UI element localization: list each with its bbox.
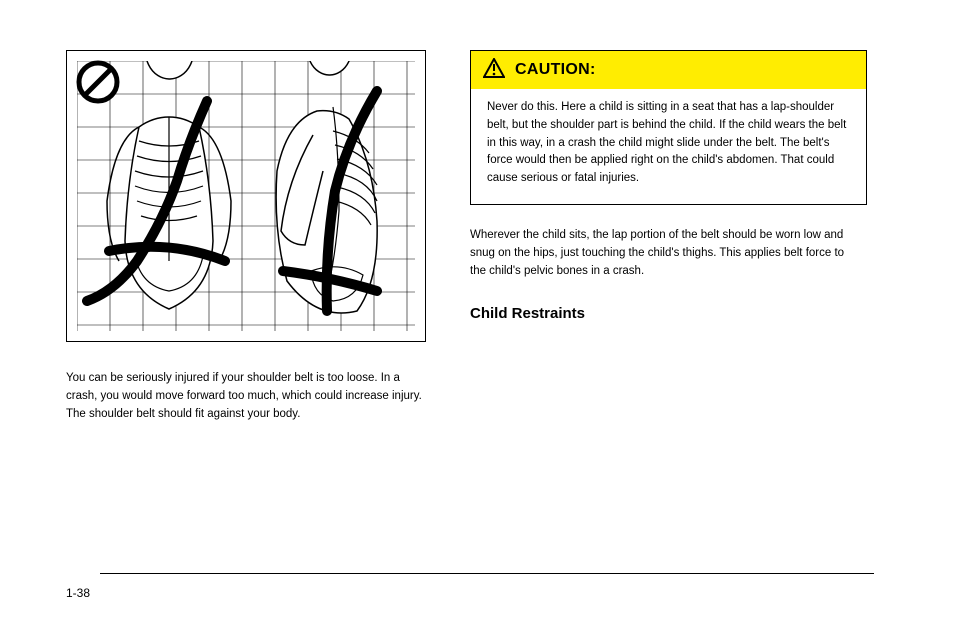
figure-caption: You can be seriously injured if your sho… (66, 370, 426, 423)
subheading-child-restraints: Child Restraints (470, 305, 865, 322)
right-column: CAUTION: Never do this. Here a child is … (470, 50, 865, 322)
page-number: 1-38 (66, 586, 90, 600)
caution-box: CAUTION: Never do this. Here a child is … (470, 50, 867, 205)
caution-body: Never do this. Here a child is sitting i… (471, 89, 866, 204)
body-paragraph: Wherever the child sits, the lap portion… (470, 227, 860, 280)
caution-header: CAUTION: (471, 51, 866, 89)
left-column: You can be seriously injured if your sho… (66, 50, 446, 423)
safety-illustration (66, 50, 426, 342)
prohibition-icon (75, 59, 121, 110)
footer-rule (100, 573, 874, 574)
manual-page: You can be seriously injured if your sho… (0, 0, 954, 636)
seatbelt-skeleton-svg (77, 61, 415, 331)
caution-label: CAUTION: (515, 61, 596, 79)
warning-triangle-icon (483, 58, 505, 83)
